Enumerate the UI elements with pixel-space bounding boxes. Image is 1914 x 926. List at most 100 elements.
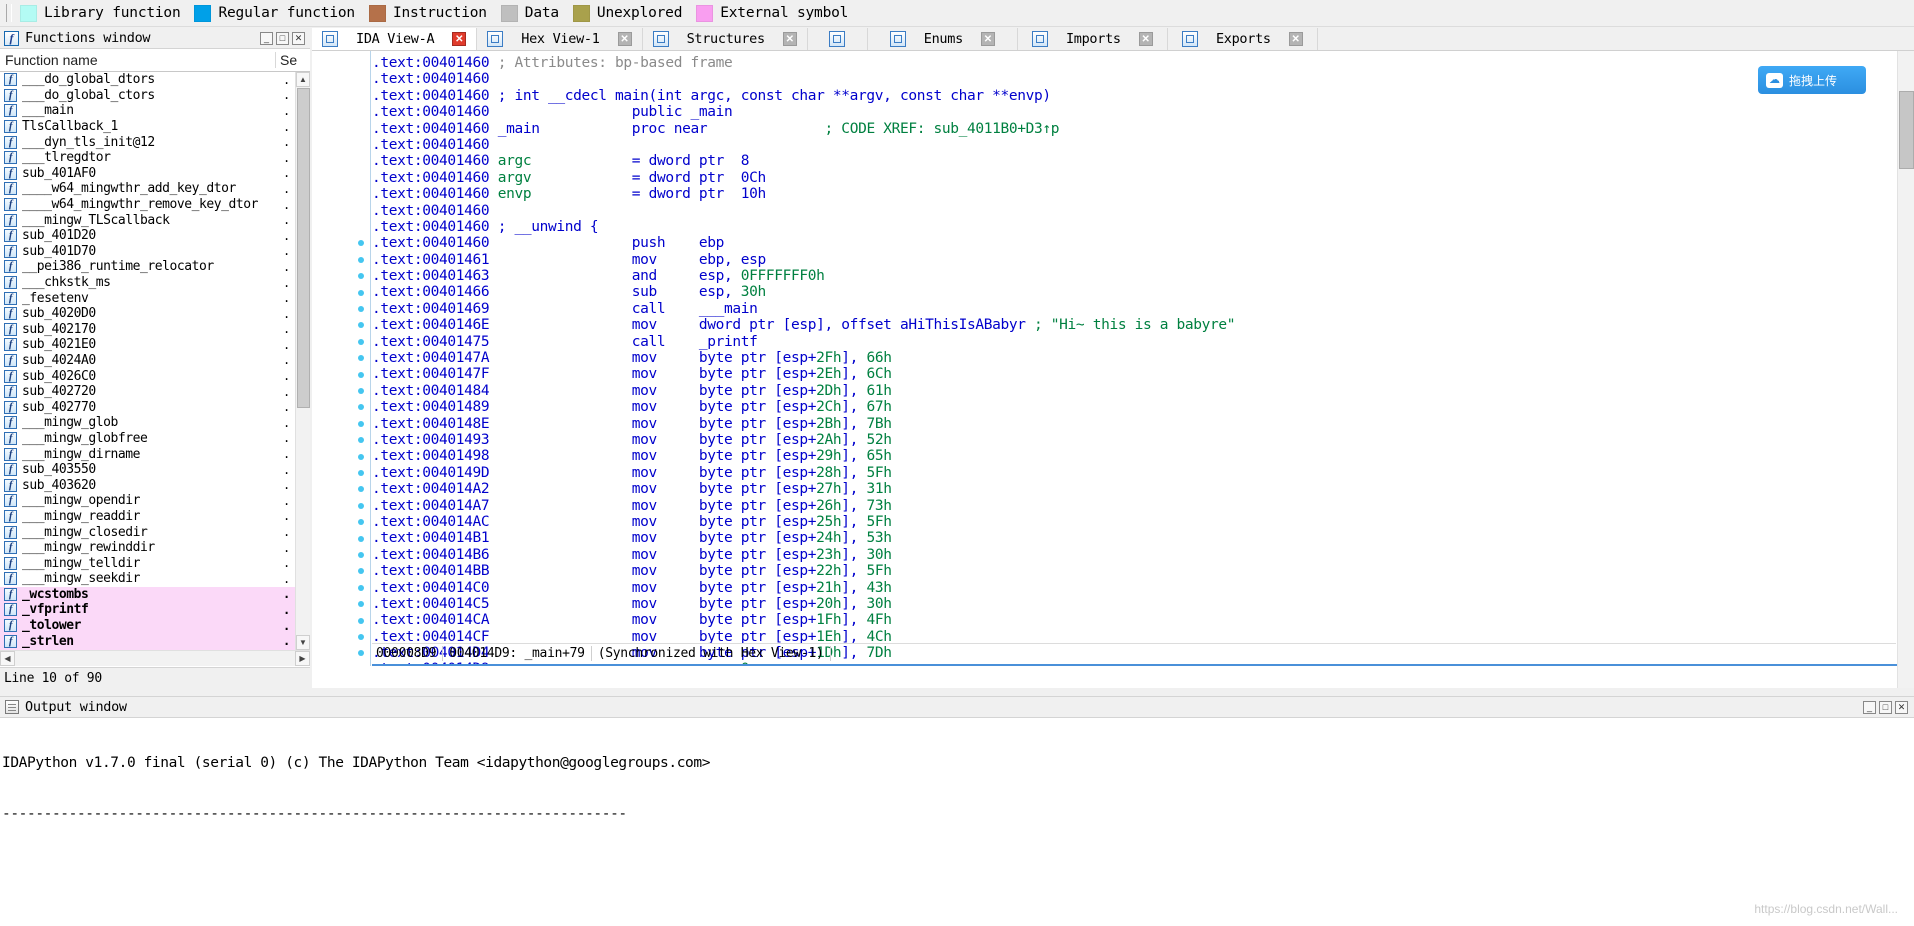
toolbar-grip[interactable] (6, 4, 12, 22)
maximize-icon[interactable]: □ (276, 31, 289, 45)
disassembly-line[interactable]: .text:004014BB mov byte ptr [esp+22h], 5… (372, 563, 1896, 579)
disassembly-line[interactable]: .text:00401466 sub esp, 30h (372, 284, 1896, 300)
disassembly-line[interactable]: .text:00401475 call _printf (372, 334, 1896, 350)
hscroll-track[interactable] (15, 651, 295, 666)
disassembly-line[interactable]: .text:0040148E mov byte ptr [esp+2Bh], 7… (372, 416, 1896, 432)
function-list-row[interactable]: f ___mingw_dirname. t (0, 446, 310, 462)
function-list-row[interactable]: f ___chkstk_ms. t (0, 275, 310, 291)
disassembly-line[interactable]: .text:004014AC mov byte ptr [esp+25h], 5… (372, 514, 1896, 530)
function-list-row[interactable]: f ___mingw_opendir. t (0, 493, 310, 509)
disassembly-line[interactable]: .text:00401460 public _main (372, 104, 1896, 120)
minimize-icon[interactable]: _ (1863, 700, 1876, 714)
function-list-row[interactable]: f ____w64_mingwthr_remove_key_dtor. t (0, 197, 310, 213)
function-list-row[interactable]: f _vfprintf. t (0, 602, 310, 618)
breakpoint-dot-icon[interactable] (358, 584, 364, 591)
breakpoint-dot-icon[interactable] (358, 470, 364, 476)
tab-structures[interactable]: Structures ✕ (642, 28, 808, 50)
disassembly-line[interactable]: .text:004014A2 mov byte ptr [esp+27h], 3… (372, 481, 1896, 497)
breakpoint-dot-icon[interactable] (358, 388, 364, 394)
function-list-row[interactable]: f ___mingw_readdir. t (0, 509, 310, 525)
breakpoint-dot-icon[interactable] (358, 502, 364, 509)
breakpoint-dot-icon[interactable] (358, 535, 364, 542)
breakpoint-dot-icon[interactable] (358, 453, 364, 460)
scroll-right-icon[interactable]: ▶ (295, 651, 310, 666)
close-icon[interactable]: ✕ (292, 31, 305, 45)
function-list-row[interactable]: f ___dyn_tls_init@12. t (0, 134, 310, 150)
disassembly-line[interactable]: .text:00401463 and esp, 0FFFFFFF0h (372, 268, 1896, 284)
disassembly-line[interactable]: .text:004014B6 mov byte ptr [esp+23h], 3… (372, 547, 1896, 563)
function-list-row[interactable]: f sub_401AF0. t (0, 166, 310, 182)
tab-exports[interactable]: Exports ✕ (1167, 28, 1318, 50)
disassembly-line[interactable]: .text:0040149D mov byte ptr [esp+28h], 5… (372, 465, 1896, 481)
disassembly-line[interactable]: .text:0040147F mov byte ptr [esp+2Eh], 6… (372, 366, 1896, 382)
tab-close-icon[interactable]: ✕ (1288, 32, 1303, 46)
breakpoint-dot-icon[interactable] (358, 420, 364, 427)
disassembly-line[interactable]: .text:0040147A mov byte ptr [esp+2Fh], 6… (372, 350, 1896, 366)
function-list-row[interactable]: f sub_4026C0. t (0, 368, 310, 384)
disassembly-line[interactable]: .text:00401484 mov byte ptr [esp+2Dh], 6… (372, 383, 1896, 399)
output-log[interactable]: IDAPython v1.7.0 final (serial 0) (c) Th… (0, 718, 1914, 857)
breakpoint-dot-icon[interactable] (358, 371, 364, 378)
output-window-titlebar[interactable]: Output window _ □ ✕ (0, 697, 1914, 718)
tab-imports[interactable]: Imports ✕ (1017, 28, 1168, 50)
disassembly-line[interactable]: .text:004014CA mov byte ptr [esp+1Fh], 4… (372, 612, 1896, 628)
column-header-segment[interactable]: Se (275, 52, 310, 68)
function-list-row[interactable]: f _wcstombs. t (0, 586, 310, 603)
function-list-row[interactable]: f ___mingw_rewinddir. t (0, 540, 310, 556)
tab-ida-view-a[interactable]: IDA View-A ✕ (312, 28, 478, 50)
disassembly-line[interactable]: .text:00401460 (372, 137, 1896, 153)
tab-close-icon[interactable]: ✕ (617, 32, 632, 46)
scroll-left-icon[interactable]: ◀ (0, 651, 15, 666)
disassembly-line[interactable]: .text:00401461 mov ebp, esp (372, 252, 1896, 268)
disassembly-line[interactable]: .text:00401469 call ___main (372, 301, 1896, 317)
breakpoint-dot-icon[interactable] (358, 256, 364, 263)
disassembly-line[interactable]: .text:00401493 mov byte ptr [esp+2Ah], 5… (372, 432, 1896, 448)
disassembly-line[interactable]: .text:004014B1 mov byte ptr [esp+24h], 5… (372, 530, 1896, 546)
disassembly-line[interactable]: .text:00401460 ; Attributes: bp-based fr… (372, 55, 1896, 71)
function-list-row[interactable]: f sub_403620. t (0, 477, 310, 493)
function-list-row[interactable]: f ___mingw_seekdir. t (0, 571, 310, 587)
disassembly-line[interactable]: .text:00401460 argc = dword ptr 8 (372, 153, 1896, 169)
function-list-row[interactable]: f ___mingw_closedir. t (0, 524, 310, 540)
minimize-icon[interactable]: _ (260, 31, 273, 45)
disassembly-line[interactable]: .text:0040146E mov dword ptr [esp], offs… (372, 317, 1896, 333)
function-list-row[interactable]: f sub_4020D0. t (0, 306, 310, 322)
function-list-row[interactable]: f ___mingw_telldir. t (0, 555, 310, 571)
function-list-row[interactable]: f sub_402720. t (0, 384, 310, 400)
functions-horizontal-scrollbar[interactable]: ◀ ▶ (0, 650, 310, 666)
disassembly-line[interactable]: .text:00401460 _main proc near ; CODE XR… (372, 121, 1896, 137)
function-list-row[interactable]: f _strlen. t (0, 633, 310, 649)
function-list-row[interactable]: f __pei386_runtime_relocator. t (0, 259, 310, 275)
scrollbar-thumb[interactable] (1899, 91, 1914, 169)
disassembly-listing[interactable]: .text:00401460 ; Attributes: bp-based fr… (372, 55, 1896, 666)
tab-blank[interactable] (807, 28, 868, 50)
breakpoint-dot-icon[interactable] (358, 552, 364, 558)
scroll-up-icon[interactable]: ▲ (296, 72, 310, 87)
function-list-row[interactable]: f sub_402770. t (0, 399, 310, 415)
function-list-row[interactable]: f TlsCallback_1. t (0, 119, 310, 135)
function-list-row[interactable]: f ___tlregdtor. t (0, 150, 310, 166)
disassembly-line[interactable]: .text:00401489 mov byte ptr [esp+2Ch], 6… (372, 399, 1896, 415)
tab-close-icon[interactable]: ✕ (782, 32, 797, 46)
functions-list[interactable]: f ___do_global_dtors. t f ___do_global_ctor… (0, 72, 310, 650)
function-list-row[interactable]: f sub_4021E0. t (0, 337, 310, 353)
function-list-row[interactable]: f ___mingw_glob. t (0, 415, 310, 431)
function-list-row[interactable]: f _tolower. t (0, 617, 310, 634)
disassembly-vertical-scrollbar[interactable] (1897, 51, 1914, 688)
functions-vertical-scrollbar[interactable]: ▲ ▼ (295, 72, 310, 650)
close-icon[interactable]: ✕ (1895, 700, 1908, 714)
disassembly-line[interactable]: .text:00401460 (372, 71, 1896, 87)
disassembly-line[interactable]: .text:004014C5 mov byte ptr [esp+20h], 3… (372, 596, 1896, 612)
function-list-row[interactable]: f ___do_global_ctors. t (0, 88, 310, 104)
function-list-row[interactable]: f ___do_global_dtors. t (0, 72, 310, 88)
tab-close-icon[interactable]: ✕ (980, 32, 995, 46)
tab-hex-view-1[interactable]: Hex View-1 ✕ (477, 28, 643, 50)
disassembly-line[interactable]: .text:00401460 push ebp (372, 235, 1896, 251)
tab-close-icon[interactable]: ✕ (1138, 32, 1153, 46)
function-list-row[interactable]: f sub_401D20. t (0, 228, 310, 244)
breakpoint-dot-icon[interactable] (358, 289, 364, 296)
breakpoint-dot-icon[interactable] (358, 634, 364, 640)
scroll-down-icon[interactable]: ▼ (296, 635, 310, 650)
disassembly-line[interactable]: .text:00401460 ; int __cdecl main(int ar… (372, 88, 1896, 104)
function-list-row[interactable]: f ___mingw_TLScallback. t (0, 212, 310, 228)
